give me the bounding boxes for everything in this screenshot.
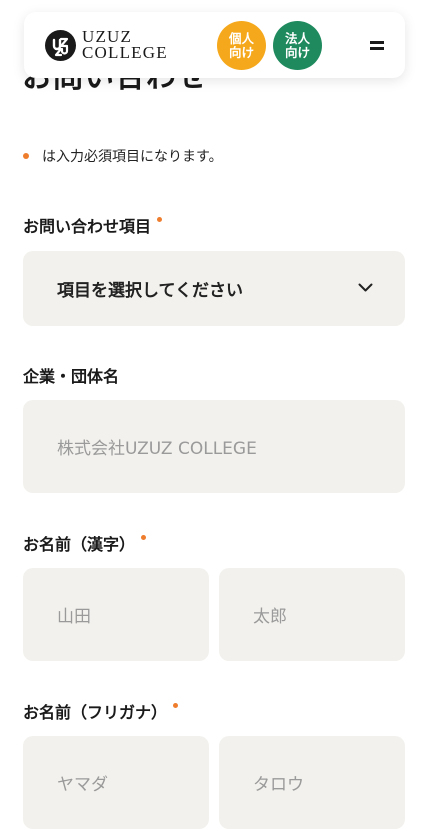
- first-name-kanji-placeholder: 太郎: [253, 607, 287, 627]
- last-name-kana-input[interactable]: ヤマダ: [23, 736, 209, 829]
- required-dot-icon: [141, 535, 147, 540]
- last-name-kanji-placeholder: 山田: [57, 607, 91, 627]
- name-kanji-label-text: お名前（漢字）: [23, 535, 136, 554]
- required-note-text: は入力必須項目になります。: [42, 149, 223, 165]
- company-label: 企業・団体名: [23, 363, 119, 387]
- name-kana-label: お名前（フリガナ）: [23, 699, 179, 723]
- chevron-down-icon: [358, 283, 373, 291]
- logo-line-college: COLLEGE: [82, 43, 168, 62]
- site-header: UZUZ COLLEGE 個人 向け 法人 向け: [24, 12, 405, 78]
- individual-button-line2: 向け: [228, 44, 254, 60]
- company-placeholder: 株式会社UZUZ COLLEGE: [57, 439, 257, 459]
- last-name-kana-placeholder: ヤマダ: [57, 775, 108, 795]
- inquiry-type-label-text: お問い合わせ項目: [23, 217, 152, 236]
- logo-text: UZUZ COLLEGE: [82, 28, 168, 62]
- name-kana-label-text: お名前（フリガナ）: [23, 703, 168, 722]
- first-name-kana-input[interactable]: タロウ: [219, 736, 405, 829]
- first-name-kanji-input[interactable]: 太郎: [219, 568, 405, 661]
- company-label-text: 企業・団体名: [23, 367, 120, 386]
- required-dot-icon: [23, 153, 29, 159]
- corporate-button[interactable]: 法人 向け: [273, 21, 322, 70]
- company-input[interactable]: 株式会社UZUZ COLLEGE: [23, 400, 405, 493]
- inquiry-type-label: お問い合わせ項目: [23, 213, 163, 237]
- inquiry-type-select[interactable]: 項目を選択してください: [23, 251, 405, 326]
- required-dot-icon: [157, 217, 163, 222]
- logo-mark-icon: [45, 29, 76, 61]
- required-dot-icon: [173, 703, 179, 708]
- corporate-button-line1: 法人: [284, 30, 310, 46]
- name-kanji-label: お名前（漢字）: [23, 531, 147, 555]
- individual-button-line1: 個人: [228, 30, 254, 46]
- individual-button[interactable]: 個人 向け: [217, 21, 266, 70]
- corporate-button-line2: 向け: [284, 44, 310, 60]
- hamburger-icon[interactable]: [362, 35, 392, 55]
- last-name-kanji-input[interactable]: 山田: [23, 568, 209, 661]
- site-logo[interactable]: UZUZ COLLEGE: [45, 28, 168, 62]
- first-name-kana-placeholder: タロウ: [253, 775, 304, 795]
- required-note: は入力必須項目になります。: [23, 146, 223, 166]
- inquiry-type-value: 項目を選択してください: [57, 281, 243, 301]
